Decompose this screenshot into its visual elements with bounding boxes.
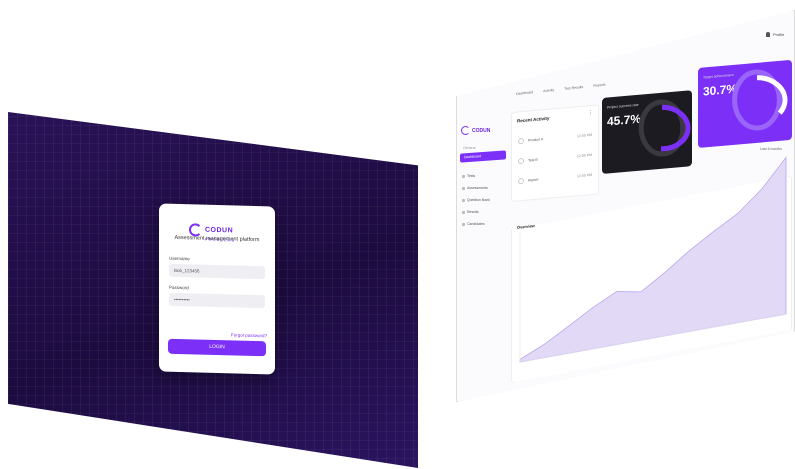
area-series xyxy=(519,156,787,363)
chart-overlay xyxy=(519,69,788,363)
